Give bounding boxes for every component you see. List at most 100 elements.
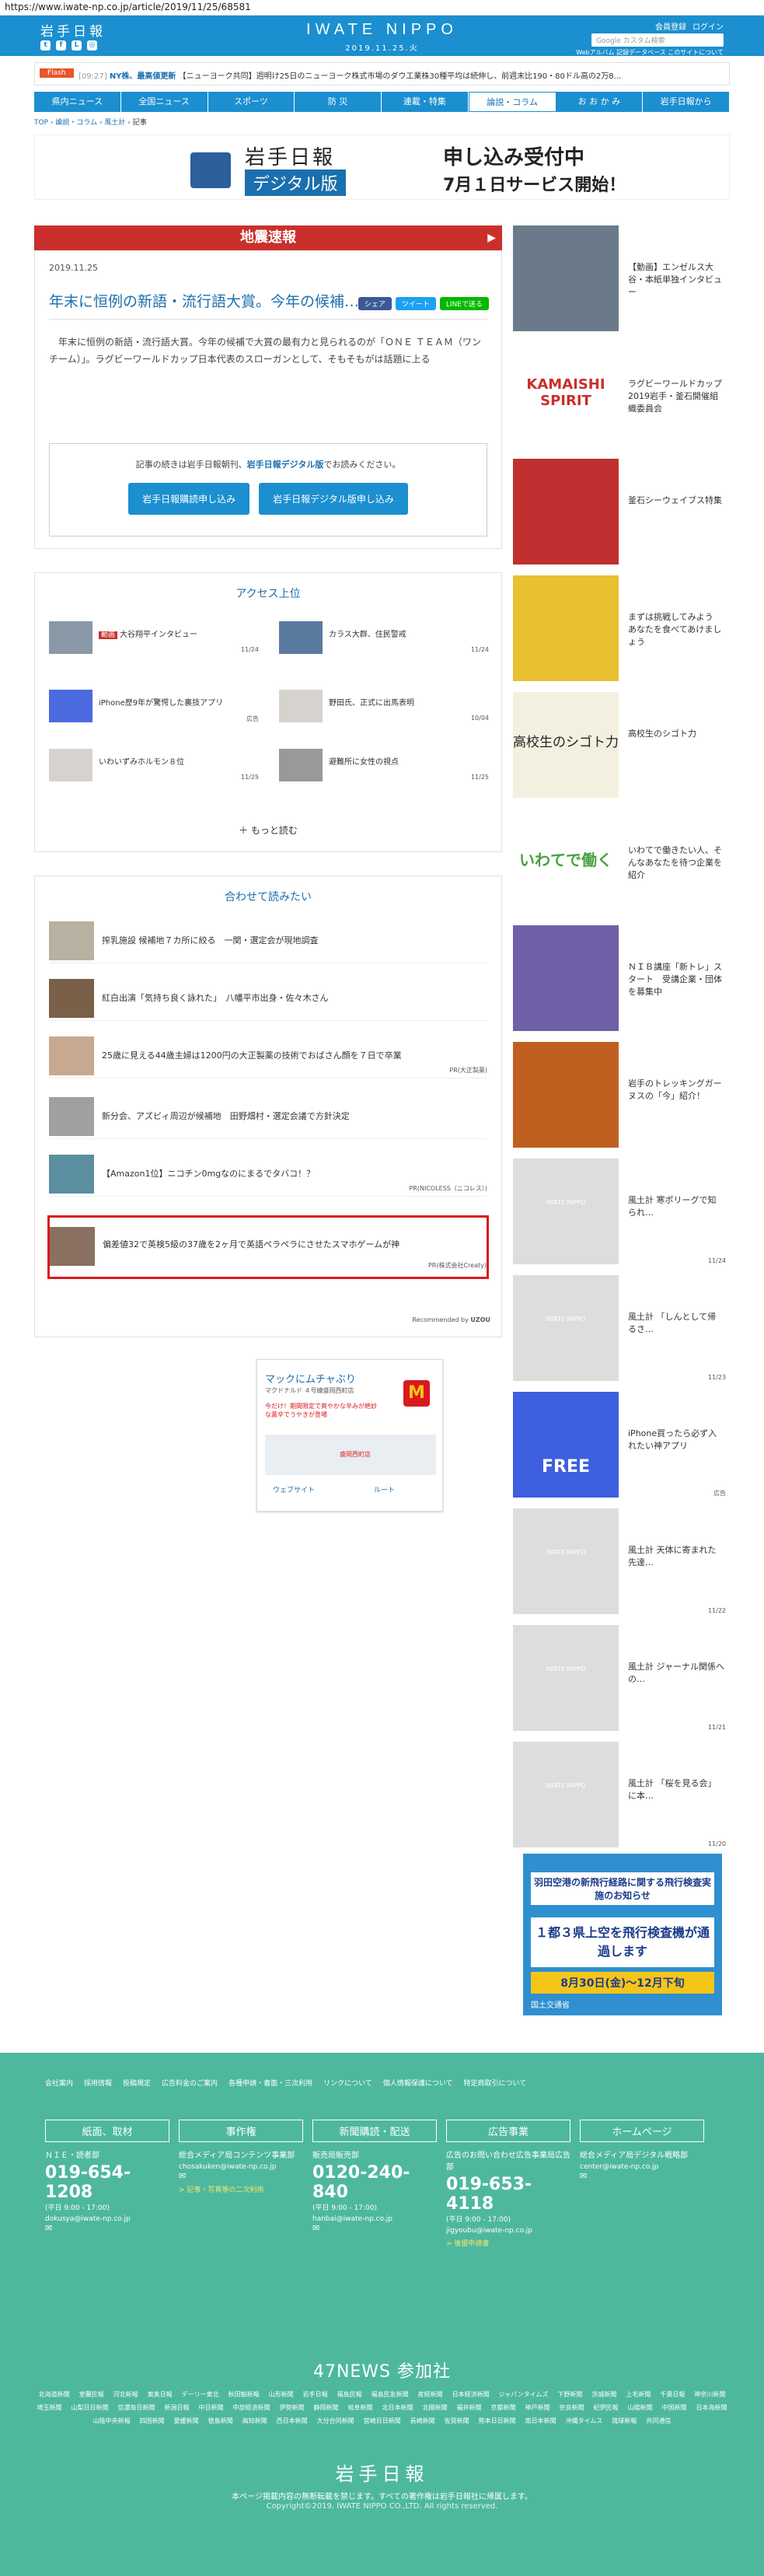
nav-disaster[interactable]: 防 災 bbox=[295, 92, 382, 112]
paper-link[interactable]: 福島民友新聞 bbox=[372, 2390, 409, 2399]
contact-phone[interactable]: 019-654-1208 bbox=[45, 2163, 169, 2202]
sidebar-item[interactable]: IWATE NIPPO 風土計 天体に寄まれた先達… 11/22 bbox=[513, 1508, 729, 1616]
paper-link[interactable]: 日本経済新聞 bbox=[452, 2390, 490, 2399]
paper-link[interactable]: 山陰中央新報 bbox=[93, 2417, 131, 2425]
paper-link[interactable]: 岐阜新聞 bbox=[348, 2403, 373, 2412]
crumb-editorial[interactable]: 論説・コラム bbox=[55, 119, 97, 127]
paper-link[interactable]: 神戸新聞 bbox=[525, 2403, 550, 2412]
paper-link[interactable]: 室蘭民報 bbox=[79, 2390, 104, 2399]
ranking-item[interactable]: iPhone歴9年が驚愕した裏技アプリ 広告 bbox=[49, 690, 259, 724]
ranking-item[interactable]: いわいずみホルモン８位 11/25 bbox=[49, 749, 259, 783]
paper-link[interactable]: 紀伊民報 bbox=[594, 2403, 619, 2412]
subscribe-digital-button[interactable]: 岩手日報デジタル版申し込み bbox=[259, 483, 408, 515]
paper-link[interactable]: 京都新聞 bbox=[491, 2403, 516, 2412]
paper-link[interactable]: 産経新聞 bbox=[418, 2390, 443, 2399]
sidebar-item[interactable]: 【動画】エンゼルス大谷・本紙単独インタビュー bbox=[513, 225, 729, 333]
mail-icon[interactable]: ✉ bbox=[45, 2223, 169, 2233]
digital-link[interactable]: 岩手日報デジタル版 bbox=[247, 460, 324, 470]
ranking-item[interactable]: 動画 大谷翔平インタビュー 11/24 bbox=[49, 621, 259, 655]
contact-phone[interactable]: 0120-240-840 bbox=[312, 2163, 437, 2202]
related-item[interactable]: 新分会、アズビィ周辺が候補地 田野畑村・選定会議で方針決定 bbox=[49, 1092, 487, 1139]
nav-sports[interactable]: スポーツ bbox=[208, 92, 295, 112]
mail-icon[interactable]: ✉ bbox=[312, 2223, 437, 2233]
footer-link[interactable]: 各種申請・書面・三次利用 bbox=[229, 2078, 312, 2088]
ranking-item[interactable]: 野田氏、正式に出馬表明 10/04 bbox=[279, 690, 489, 724]
nav-ookami[interactable]: お お か み bbox=[556, 92, 644, 112]
crumb-fudokei[interactable]: 風土計 bbox=[104, 119, 125, 127]
login-link[interactable]: ログイン bbox=[692, 20, 724, 32]
paper-link[interactable]: 埼玉新聞 bbox=[37, 2403, 62, 2412]
flash-text[interactable]: [09:27] NY株、最高値更新 【ニューヨーク共同】週明け25日のニューヨー… bbox=[78, 69, 721, 81]
related-item[interactable]: 【Amazon1位】ニコチン0mgなのにまるでタバコ！？ PR(NICOLESS（… bbox=[49, 1150, 487, 1197]
footer-link[interactable]: 特定商取引について bbox=[464, 2078, 527, 2088]
more-button[interactable]: ＋ もっと読む bbox=[35, 823, 501, 837]
paper-link[interactable]: 山梨日日新聞 bbox=[72, 2403, 109, 2412]
address-bar[interactable]: https://www.iwate-np.co.jp/article/2019/… bbox=[0, 0, 764, 16]
footer-link[interactable]: 個人情報保護について bbox=[383, 2078, 453, 2088]
paper-link[interactable]: 千葉日報 bbox=[660, 2390, 685, 2399]
sidebar-item[interactable]: 高校生のシゴト力 高校生のシゴト力 bbox=[513, 692, 729, 799]
paper-link[interactable]: デーリー東北 bbox=[182, 2390, 219, 2399]
paper-link[interactable]: 岩手日報 bbox=[303, 2390, 328, 2399]
paper-link[interactable]: 南日本新聞 bbox=[525, 2417, 556, 2425]
paper-link[interactable]: 北國新聞 bbox=[423, 2403, 448, 2412]
paper-link[interactable]: 琉球新報 bbox=[612, 2417, 637, 2425]
crumb-top[interactable]: TOP bbox=[34, 119, 48, 127]
map-ad[interactable]: マックにムチャぶり マクドナルド ４号線盛岡西町店 今だけ！期間限定で爽やかな辛… bbox=[256, 1359, 443, 1512]
sidebar-item[interactable]: IWATE NIPPO 風土計 寒ポリーグで知られ… 11/24 bbox=[513, 1159, 729, 1266]
paper-link[interactable]: 東奥日報 bbox=[148, 2390, 173, 2399]
footer-logo[interactable]: 岩手日報 bbox=[0, 2459, 764, 2486]
ranking-item[interactable]: 避難所に女性の視点 11/25 bbox=[279, 749, 489, 783]
contact-link[interactable]: > 記事・写真等の二次利用 bbox=[179, 2184, 303, 2194]
nav-series[interactable]: 連載・特集 bbox=[382, 92, 469, 112]
map-image[interactable]: 盛岡西町店 bbox=[265, 1435, 436, 1475]
paper-link[interactable]: 中部経済新聞 bbox=[233, 2403, 270, 2412]
contact-email[interactable]: center@iwate-np.co.jp bbox=[580, 2163, 704, 2171]
header-sublinks[interactable]: Webアルバム 記録データベース このサイトについて bbox=[576, 48, 724, 57]
earthquake-alert[interactable]: 地震速報 ▶ bbox=[34, 225, 502, 250]
contact-link[interactable]: > 後援申請書 bbox=[446, 2238, 570, 2248]
paper-link[interactable]: 北日本新聞 bbox=[382, 2403, 413, 2412]
subscribe-paper-button[interactable]: 岩手日報購読申し込み bbox=[128, 483, 250, 515]
footer-link[interactable]: リンクについて bbox=[323, 2078, 372, 2088]
paper-link[interactable]: 伊勢新聞 bbox=[280, 2403, 305, 2412]
contact-email[interactable]: chosakuken@iwate-np.co.jp bbox=[179, 2163, 303, 2171]
contact-email[interactable]: hanbai@iwate-np.co.jp bbox=[312, 2215, 437, 2223]
paper-link[interactable]: 共同通信 bbox=[646, 2417, 671, 2425]
paper-link[interactable]: 信濃毎日新聞 bbox=[118, 2403, 155, 2412]
paper-link[interactable]: 四国新聞 bbox=[140, 2417, 165, 2425]
nav-editorial[interactable]: 論説・コラム bbox=[468, 92, 556, 112]
paper-link[interactable]: 大分合同新聞 bbox=[317, 2417, 354, 2425]
paper-link[interactable]: 沖縄タイムス bbox=[566, 2417, 603, 2425]
route-button[interactable]: ルート bbox=[374, 1484, 395, 1494]
sidebar-item[interactable]: FREE iPhone買ったら必ず入れたい神アプリ 広告 bbox=[513, 1392, 729, 1499]
sidebar-item[interactable]: 釜石シーウェイブス特集 bbox=[513, 459, 729, 566]
digital-banner[interactable]: 岩手日報 デジタル版 申し込み受付中 7月１日サービス開始！ bbox=[34, 135, 730, 200]
paper-link[interactable]: 中国新聞 bbox=[662, 2403, 687, 2412]
ranking-item[interactable]: カラス大群、住民警戒 11/24 bbox=[279, 621, 489, 655]
paper-link[interactable]: 静岡新聞 bbox=[314, 2403, 339, 2412]
paper-link[interactable]: 神奈川新聞 bbox=[694, 2390, 725, 2399]
related-item[interactable]: 25歳に見える44歳主婦は1200円の大正製薬の技術でおばさん顔を７日で卒業 PR… bbox=[49, 1032, 487, 1078]
paper-link[interactable]: 上毛新聞 bbox=[626, 2390, 651, 2399]
paper-link[interactable]: 下野新聞 bbox=[557, 2390, 582, 2399]
sidebar-item[interactable]: IWATE NIPPO 風土計 「しんとして帰るさ… 11/23 bbox=[513, 1275, 729, 1382]
search-input[interactable]: Google カスタム検索 bbox=[591, 33, 724, 47]
paper-link[interactable]: 徳島新聞 bbox=[208, 2417, 233, 2425]
related-item-highlighted[interactable]: 偏差値32で英検5級の37歳を2ヶ月で英語ペラペラにさせたスマホゲームが神 PR(… bbox=[47, 1215, 489, 1279]
sidebar-item[interactable]: まずは挑戦してみよう あなたを食べてあけましょう bbox=[513, 575, 729, 683]
sidebar-item[interactable]: いわてで働く いわてで働きたい人、そんなあなたを待つ企業を紹介 bbox=[513, 809, 729, 916]
website-button[interactable]: ウェブサイト bbox=[273, 1484, 315, 1494]
footer-link[interactable]: 採用情報 bbox=[84, 2078, 112, 2088]
flash-news[interactable]: Flash [09:27] NY株、最高値更新 【ニューヨーク共同】週明け25日… bbox=[34, 62, 730, 86]
paper-link[interactable]: 日本海新聞 bbox=[696, 2403, 727, 2412]
mail-icon[interactable]: ✉ bbox=[580, 2171, 704, 2181]
tweet-button[interactable]: ツイート bbox=[395, 297, 436, 310]
contact-email[interactable]: dokusya@iwate-np.co.jp bbox=[45, 2215, 169, 2223]
paper-link[interactable]: 西日本新聞 bbox=[277, 2417, 308, 2425]
paper-link[interactable]: 熊本日日新聞 bbox=[479, 2417, 516, 2425]
mail-icon[interactable]: ✉ bbox=[179, 2171, 303, 2181]
paper-link[interactable]: 高知新聞 bbox=[242, 2417, 267, 2425]
paper-link[interactable]: 北海道新聞 bbox=[39, 2390, 70, 2399]
paper-link[interactable]: 新潟日報 bbox=[165, 2403, 190, 2412]
